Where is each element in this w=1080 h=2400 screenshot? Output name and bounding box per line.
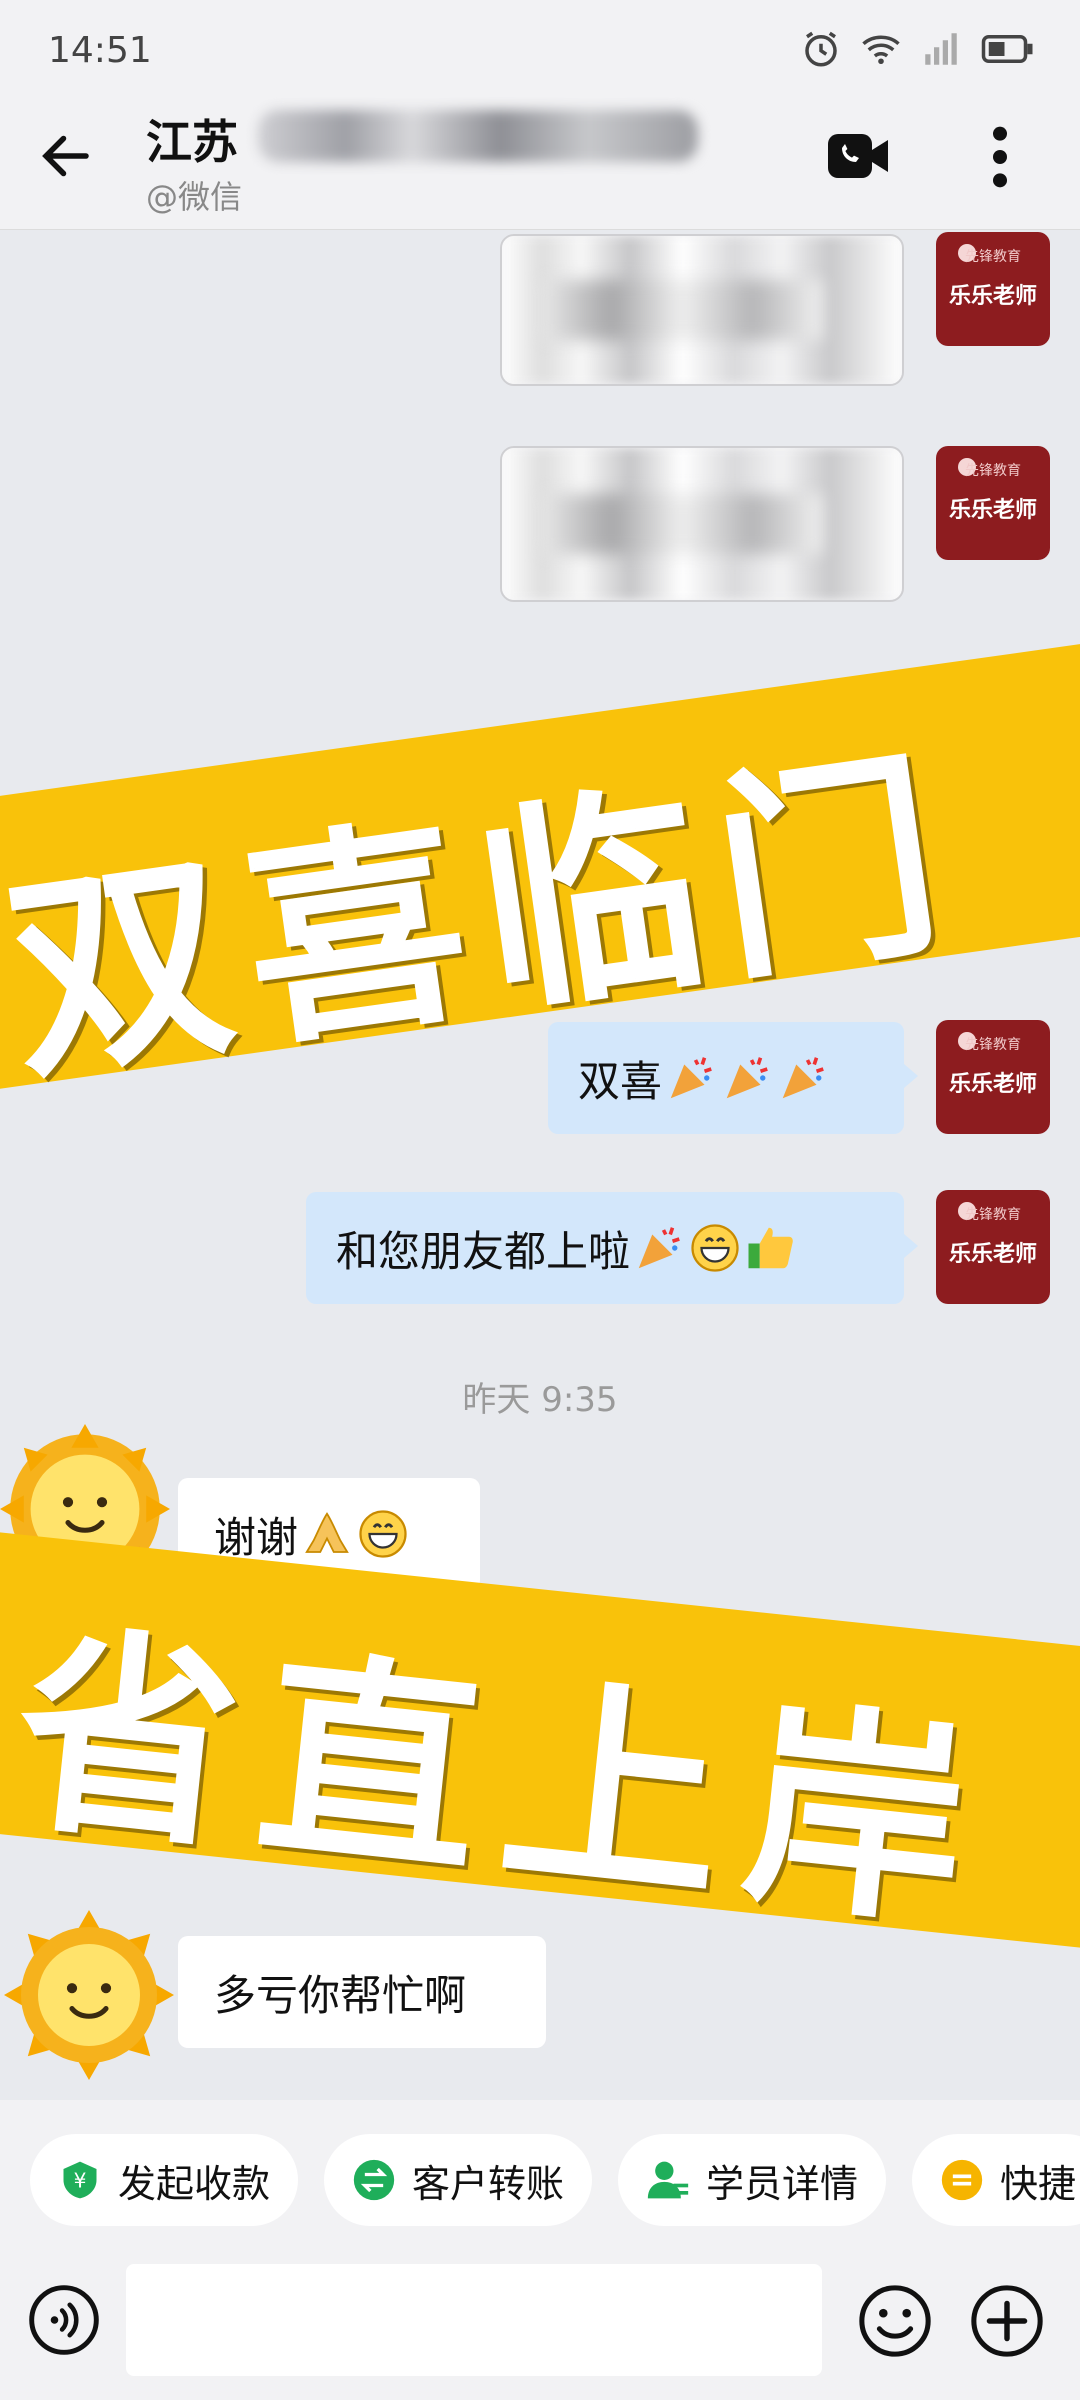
- contact-source: @微信: [146, 178, 243, 216]
- image-message[interactable]: [500, 446, 904, 602]
- emoji-icon[interactable]: [856, 2282, 934, 2360]
- message-text: 和您朋友都上啦: [336, 1226, 631, 1276]
- pray-icon: [305, 1512, 349, 1553]
- avatar[interactable]: 先锋教育 乐乐老师: [936, 1020, 1050, 1134]
- sun-avatar-icon[interactable]: [4, 1910, 174, 2080]
- thumbs-up-icon: [748, 1227, 793, 1269]
- grin-icon: [691, 1224, 739, 1272]
- quick-action-label: 发起收款: [118, 2161, 271, 2206]
- svg-text:¥: ¥: [74, 2168, 87, 2192]
- promo-banner-bottom-text: 省直上岸: [4, 1599, 1003, 1959]
- message-text: 多亏你帮忙啊: [214, 1970, 467, 2020]
- video-call-icon[interactable]: [826, 128, 890, 184]
- quick-action-label: 快捷: [1000, 2161, 1077, 2206]
- contact-name: 江苏: [146, 115, 238, 169]
- chat-bubble-sent[interactable]: 双喜: [548, 1022, 918, 1134]
- party-popper-icon: [782, 1057, 824, 1099]
- avatar[interactable]: 先锋教育 乐乐老师: [936, 446, 1050, 560]
- back-arrow-icon[interactable]: [36, 126, 96, 186]
- wifi-icon: [862, 35, 900, 65]
- voice-icon[interactable]: [26, 2282, 102, 2358]
- student-icon: [647, 2161, 689, 2199]
- message-text: 双喜: [578, 1056, 663, 1106]
- quick-action-label: 学员详情: [706, 2161, 859, 2206]
- more-vertical-icon[interactable]: [980, 122, 1020, 192]
- promo-banner-top: 双喜临门: [0, 636, 1080, 1111]
- input-bar: [0, 2260, 1080, 2400]
- quick-reply-icon: [941, 2159, 983, 2201]
- image-message[interactable]: [500, 234, 904, 386]
- quick-action-quick-reply[interactable]: 快捷: [912, 2134, 1080, 2226]
- chat-bubble-received[interactable]: 多亏你帮忙啊: [178, 1936, 546, 2048]
- chat-bubble-sent[interactable]: 和您朋友都上啦: [306, 1192, 918, 1304]
- party-popper-icon: [726, 1057, 768, 1099]
- party-popper-icon: [638, 1227, 680, 1269]
- quick-action-label: 客户转账: [412, 2161, 565, 2206]
- alarm-icon: [805, 31, 837, 67]
- status-time: 14:51: [48, 30, 152, 71]
- party-popper-icon: [670, 1057, 712, 1099]
- contact-name-redacted: [258, 110, 698, 162]
- quick-action-student[interactable]: 学员详情: [618, 2134, 886, 2226]
- status-bar: 14:51: [0, 0, 1080, 100]
- battery-icon: [981, 35, 1033, 63]
- grin-icon: [359, 1510, 407, 1558]
- message-timestamp: 昨天 9:35: [462, 1380, 618, 1420]
- avatar[interactable]: 先锋教育 乐乐老师: [936, 232, 1050, 346]
- signal-icon: [925, 33, 957, 65]
- payment-icon: ¥: [63, 2161, 97, 2199]
- quick-action-transfer[interactable]: 客户转账: [324, 2134, 592, 2226]
- quick-action-row: ¥ 发起收款 客户转账 学员详情 快捷: [0, 2100, 1080, 2260]
- chat-header: 江苏 @微信: [0, 100, 1080, 230]
- plus-icon[interactable]: [968, 2282, 1046, 2360]
- message-input[interactable]: [126, 2264, 822, 2376]
- status-icons: [800, 28, 1036, 70]
- promo-banner-bottom: 省直上岸: [0, 1526, 1080, 1959]
- avatar[interactable]: 先锋教育 乐乐老师: [936, 1190, 1050, 1304]
- transfer-icon: [353, 2159, 395, 2201]
- quick-action-payment[interactable]: ¥ 发起收款: [30, 2134, 298, 2226]
